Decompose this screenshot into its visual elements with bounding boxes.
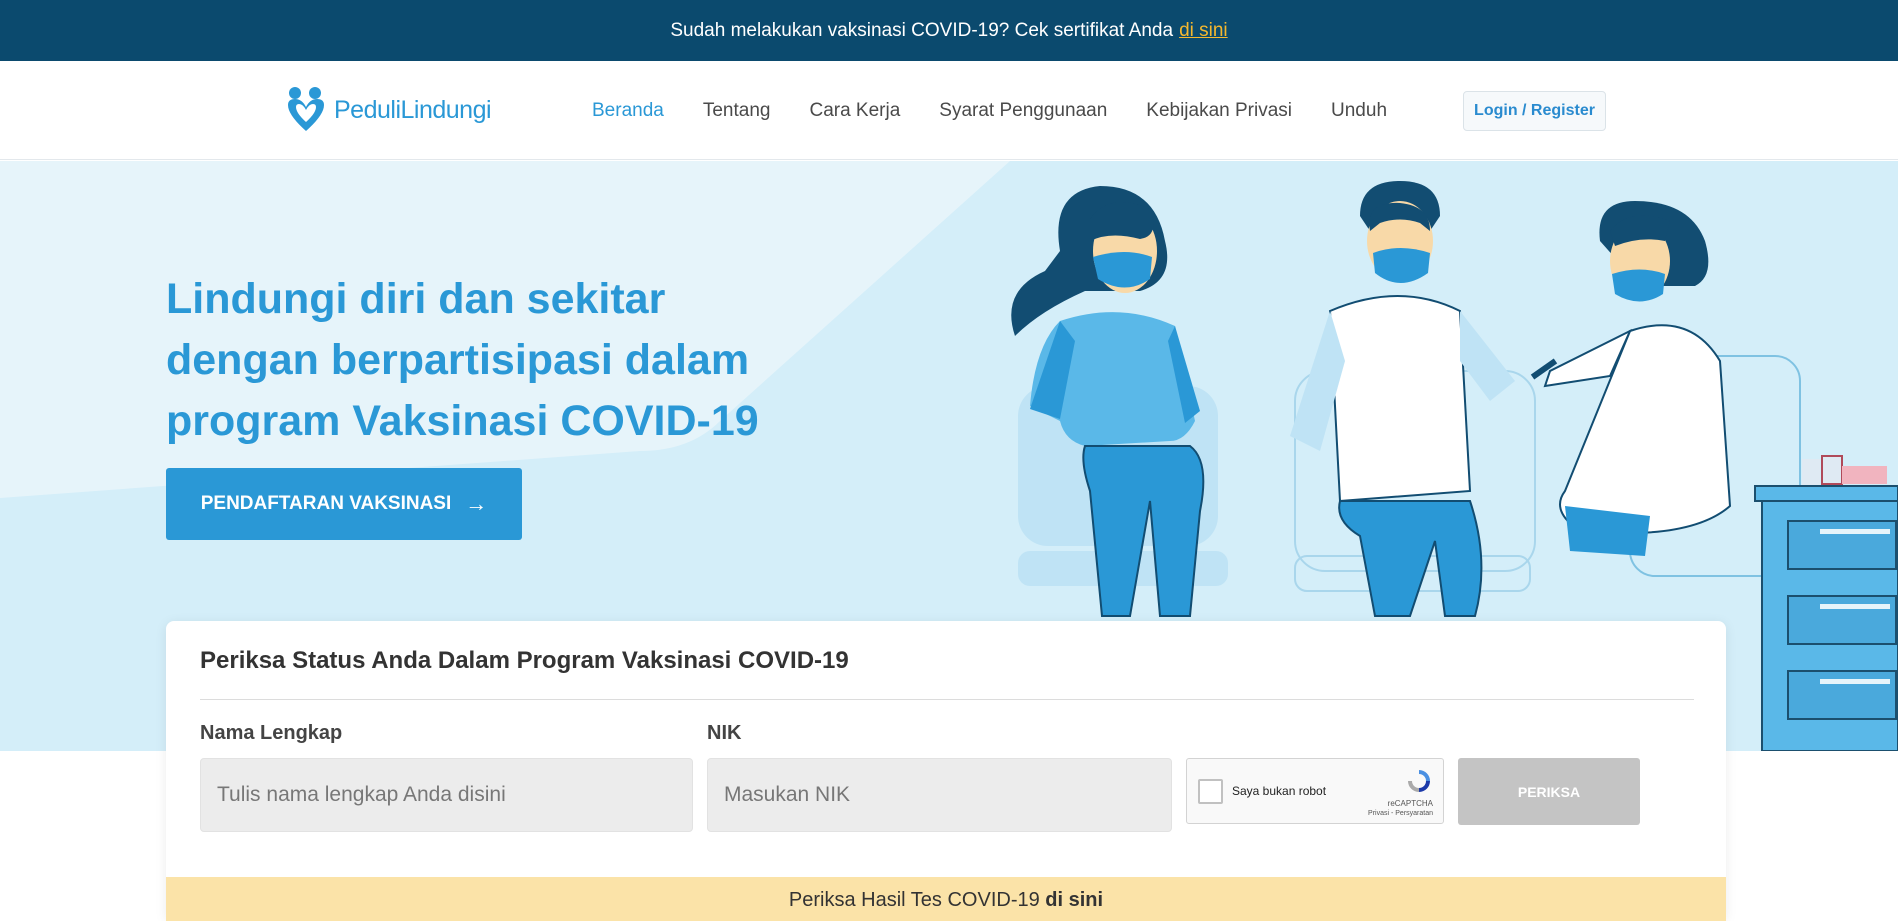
brand-name: PeduliLindungi [334,95,492,124]
nav-syarat-penggunaan[interactable]: Syarat Penggunaan [939,100,1107,122]
nav-cara-kerja[interactable]: Cara Kerja [809,100,900,122]
nav-kebijakan-privasi[interactable]: Kebijakan Privasi [1146,100,1292,122]
recaptcha-icon [1408,770,1430,792]
announcement-text: Sudah melakukan vaksinasi COVID-19? Cek … [670,19,1174,41]
status-check-card: Periksa Status Anda Dalam Program Vaksin… [166,621,1726,921]
cta-label: PENDAFTARAN VAKSINASI [200,493,452,514]
recaptcha-text: Saya bukan robot [1232,784,1327,798]
navbar: PeduliLindungi Beranda Tentang Cara Kerj… [0,61,1898,160]
recaptcha-widget: Saya bukan robot reCAPTCHA Privasi - Per… [1186,758,1444,824]
test-result-banner: Periksa Hasil Tes COVID-19 di sini [166,877,1726,921]
recaptcha-checkbox[interactable] [1198,779,1223,804]
brand-logo[interactable]: PeduliLindungi [284,85,492,135]
banner-link[interactable]: di sini [1045,889,1103,911]
nik-label: NIK [707,722,742,744]
name-label: Nama Lengkap [200,722,343,744]
certificate-link[interactable]: di sini [1179,20,1228,42]
recaptcha-brand: reCAPTCHA [1387,799,1433,808]
nav-beranda[interactable]: Beranda [592,100,664,122]
heart-people-icon [288,87,324,131]
card-divider [200,699,1694,700]
arrow-right-icon: → [465,491,488,516]
recaptcha-terms[interactable]: Privasi - Persyaratan [1368,810,1433,817]
nav-tentang[interactable]: Tentang [703,100,771,122]
vaccine-registration-button[interactable]: PENDAFTARAN VAKSINASI → [166,468,522,540]
status-check-title: Periksa Status Anda Dalam Program Vaksin… [200,647,849,674]
hero-title: Lindungi diri dan sekitar dengan berpart… [166,275,759,445]
full-name-input[interactable] [200,758,693,832]
login-register-button[interactable]: Login / Register [1463,91,1606,131]
main-nav: Beranda Tentang Cara Kerja Syarat Penggu… [592,61,1426,160]
nav-unduh[interactable]: Unduh [1331,100,1387,122]
banner-text: Periksa Hasil Tes COVID-19 [788,889,1040,911]
announcement-bar: Sudah melakukan vaksinasi COVID-19? Cek … [0,0,1898,61]
nik-input[interactable] [707,758,1172,832]
check-button[interactable]: PERIKSA [1458,758,1640,825]
